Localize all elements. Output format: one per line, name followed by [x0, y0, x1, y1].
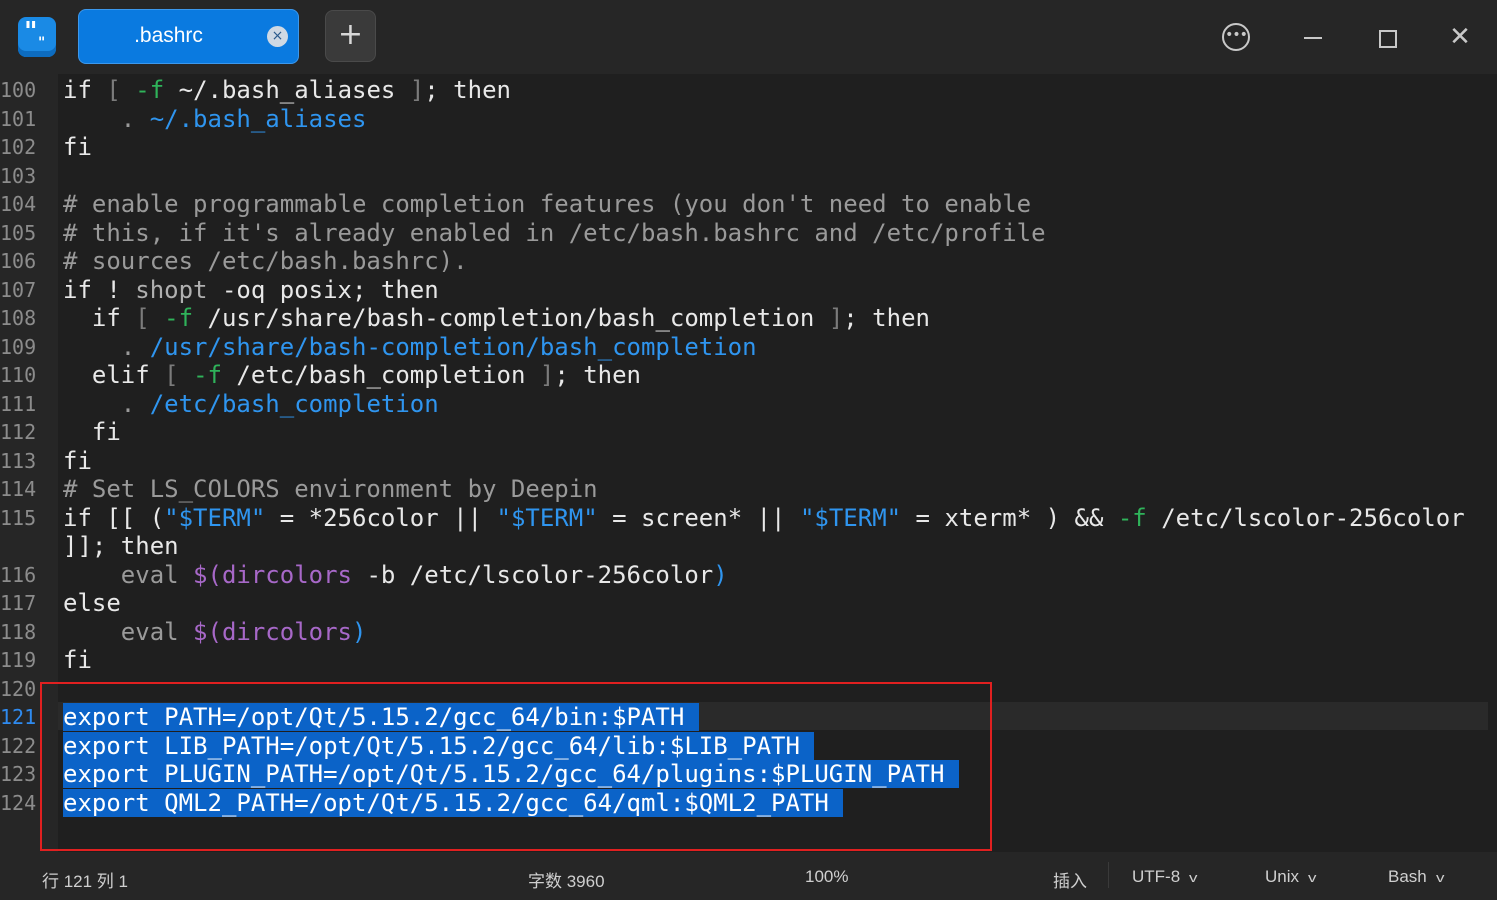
code-line: 104 # enable programmable completion fea…	[0, 190, 1497, 219]
line-text: if ! shopt -oq posix; then	[63, 275, 439, 304]
line-number: 115	[0, 505, 37, 530]
status-bar: 行 121 列 1 字数 3960 100% 插入 UTF-8 v Unix v B…	[0, 852, 1497, 900]
tab-label: .bashrc	[134, 24, 203, 47]
line-text: if [ -f ~/.bash_aliases ]; then	[63, 76, 511, 104]
line-number: 106	[0, 249, 37, 273]
highlight-annotation-box	[40, 682, 992, 851]
line-text: fi	[63, 133, 92, 161]
line-text: eval $(dircolors)	[63, 617, 367, 646]
line-number: 119	[0, 648, 37, 672]
line-text-wrapped: ]]; then	[63, 532, 179, 560]
line-number: 114	[0, 477, 37, 501]
line-number: 105	[0, 220, 37, 245]
cursor-position: 行 121 列 1	[42, 872, 128, 891]
line-text: # Set LS_COLORS environment by Deepin	[63, 475, 598, 503]
code-line: 109 . /usr/share/bash-completion/bash_co…	[0, 333, 1497, 362]
char-count: 字数 3960	[528, 872, 605, 891]
tab-bashrc[interactable]: .bashrc ×	[78, 9, 299, 64]
more-options-icon[interactable]: •••	[1218, 19, 1254, 55]
code-line: 111 . /etc/bash_completion	[0, 390, 1497, 419]
text-editor-logo-icon: " "	[18, 17, 56, 57]
code-line: 101 . ~/.bash_aliases	[0, 105, 1497, 134]
line-number: 116	[0, 562, 37, 587]
code-line: 113 fi	[0, 447, 1497, 476]
line-text: fi	[63, 646, 92, 674]
line-text: eval $(dircolors -b /etc/lscolor-256colo…	[63, 560, 728, 589]
line-number: 109	[0, 334, 37, 359]
code-editor[interactable]: 100 if [ -f ~/.bash_aliases ]; then 101 …	[0, 74, 1497, 852]
line-number: 104	[0, 192, 37, 216]
line-number: 124	[0, 790, 37, 815]
chevron-down-icon: v	[1189, 870, 1198, 885]
line-number: 101	[0, 106, 37, 131]
line-number: 111	[0, 391, 37, 416]
line-number: 118	[0, 619, 37, 644]
line-text: # enable programmable completion feature…	[63, 190, 1032, 218]
code-line: 100 if [ -f ~/.bash_aliases ]; then	[0, 76, 1497, 105]
code-line: 118 eval $(dircolors)	[0, 618, 1497, 647]
chevron-down-icon: v	[1308, 870, 1317, 885]
close-window-icon[interactable]: ✕	[1442, 19, 1478, 55]
zoom-level[interactable]: 100%	[805, 867, 848, 887]
close-icon[interactable]: ×	[267, 26, 288, 47]
input-mode[interactable]: 插入	[1053, 867, 1087, 892]
code-line: 103	[0, 162, 1497, 191]
line-number-current: 121	[0, 705, 37, 729]
line-text: . ~/.bash_aliases	[120, 104, 367, 133]
line-number: 117	[0, 591, 37, 615]
code-line: 115 if [[ ("$TERM" = *256color || "$TERM…	[0, 504, 1497, 561]
code-line: 116 eval $(dircolors -b /etc/lscolor-256…	[0, 561, 1497, 590]
line-text: if [[ ("$TERM" = *256color || "$TERM" = …	[63, 503, 1465, 532]
line-number: 123	[0, 762, 37, 786]
code-line: 119 fi	[0, 646, 1497, 675]
line-number: 103	[0, 163, 37, 188]
line-number: 100	[0, 78, 37, 102]
line-text: if [ -f /usr/share/bash-completion/bash_…	[63, 304, 930, 332]
line-number: 107	[0, 277, 37, 302]
language-select[interactable]: Bash v	[1388, 867, 1445, 887]
code-line: 117 else	[0, 589, 1497, 618]
line-number: 122	[0, 733, 37, 758]
line-number: 102	[0, 135, 37, 159]
code-line: 102 fi	[0, 133, 1497, 162]
maximize-icon[interactable]	[1369, 19, 1405, 55]
line-number: 112	[0, 420, 37, 444]
title-bar: " " .bashrc × + ••• ✕	[0, 0, 1497, 74]
code-line: 110 elif [ -f /etc/bash_completion ]; th…	[0, 361, 1497, 390]
line-text: . /etc/bash_completion	[120, 389, 439, 418]
encoding-select[interactable]: UTF-8 v	[1132, 867, 1198, 887]
line-text: fi	[63, 446, 92, 475]
line-text: fi	[63, 418, 121, 446]
line-number: 108	[0, 306, 37, 330]
line-number: 120	[0, 676, 37, 701]
plus-icon[interactable]: +	[325, 10, 376, 62]
minimize-icon[interactable]	[1295, 19, 1331, 55]
code-line: 108 if [ -f /usr/share/bash-completion/b…	[0, 304, 1497, 333]
line-text: elif [ -f /etc/bash_completion ]; then	[63, 361, 642, 389]
code-line: 107 if ! shopt -oq posix; then	[0, 276, 1497, 305]
line-text: # sources /etc/bash.bashrc).	[63, 247, 468, 275]
code-line: 106 # sources /etc/bash.bashrc).	[0, 247, 1497, 276]
line-text: . /usr/share/bash-completion/bash_comple…	[120, 332, 757, 361]
code-line: 105 # this, if it's already enabled in /…	[0, 219, 1497, 248]
code-line: 112 fi	[0, 418, 1497, 447]
code-line: 114 # Set LS_COLORS environment by Deepi…	[0, 475, 1497, 504]
line-number: 113	[0, 448, 37, 473]
line-text: else	[63, 589, 121, 617]
line-text: # this, if it's already enabled in /etc/…	[63, 218, 1046, 247]
chevron-down-icon: v	[1435, 870, 1445, 885]
line-ending-select[interactable]: Unix v	[1265, 867, 1316, 887]
line-number: 110	[0, 363, 37, 387]
